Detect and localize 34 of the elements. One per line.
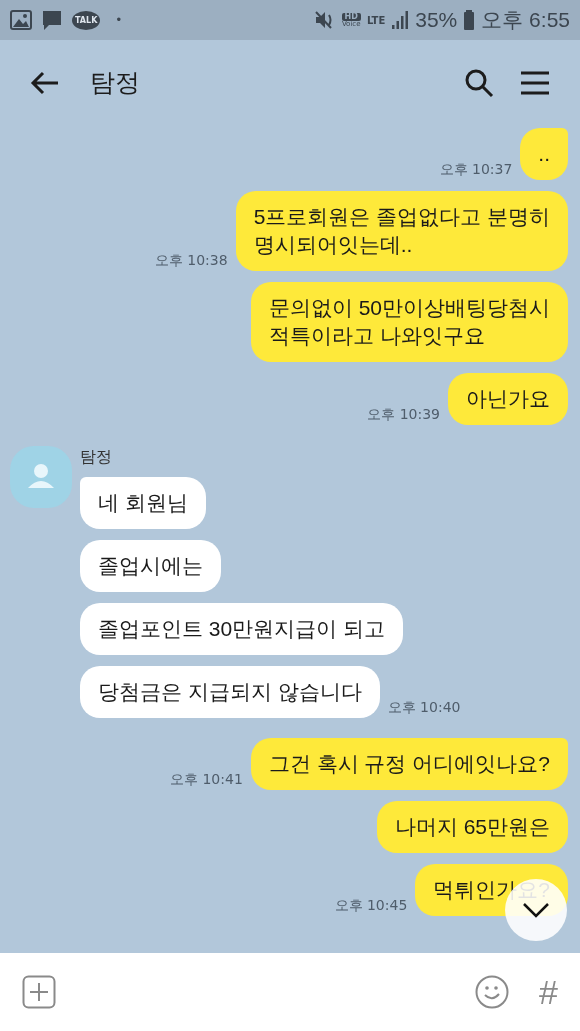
received-message: 졸업포인트 30만원지급이 되고 — [80, 603, 404, 655]
message-time: 오후 10:37 — [439, 161, 513, 179]
battery-percent: 35% — [415, 8, 458, 32]
received-message: 졸업시에는 — [80, 540, 221, 592]
signal-icon — [391, 10, 410, 30]
battery-icon — [463, 9, 476, 31]
sent-message: 나머지 65만원은 — [376, 801, 568, 853]
network-label: LTE — [366, 14, 386, 26]
message-icon — [41, 9, 63, 31]
message-time: 오후 10:40 — [387, 699, 461, 717]
search-icon[interactable] — [464, 67, 494, 98]
sent-message: 아닌가요 — [448, 373, 568, 425]
message-time: 오후 10:38 — [154, 252, 228, 270]
plus-icon[interactable] — [22, 975, 56, 1009]
menu-icon[interactable] — [520, 69, 550, 96]
received-message: 네 회원님 — [80, 477, 206, 529]
received-message: 당첨금은 지급되지 않습니다 — [80, 666, 380, 718]
sent-message: 5프로회원은 졸업없다고 분명히 명시되어잇는데.. — [235, 191, 568, 271]
sent-message: 그건 혹시 규정 어디에잇나요? — [250, 738, 568, 790]
chevron-down-icon — [522, 902, 550, 918]
notification-dot: • — [115, 13, 123, 27]
message-time: 오후 10:45 — [334, 897, 408, 915]
sent-message: .. — [520, 128, 568, 180]
message-time: 오후 10:41 — [170, 771, 243, 789]
clock: 오후 6:55 — [481, 7, 570, 33]
back-arrow-icon[interactable] — [30, 70, 60, 95]
sent-message: 문의없이 50만이상배팅당첨시 적특이라고 나와잇구요 — [250, 282, 568, 362]
chat-title: 탐정 — [90, 67, 141, 99]
hashtag-button[interactable]: # — [539, 972, 558, 1012]
message-time: 오후 10:39 — [367, 406, 440, 424]
emoji-icon[interactable] — [475, 975, 510, 1009]
gallery-icon — [10, 10, 32, 30]
sender-name: 탐정 — [80, 447, 113, 468]
talk-icon: TALK — [72, 10, 101, 30]
